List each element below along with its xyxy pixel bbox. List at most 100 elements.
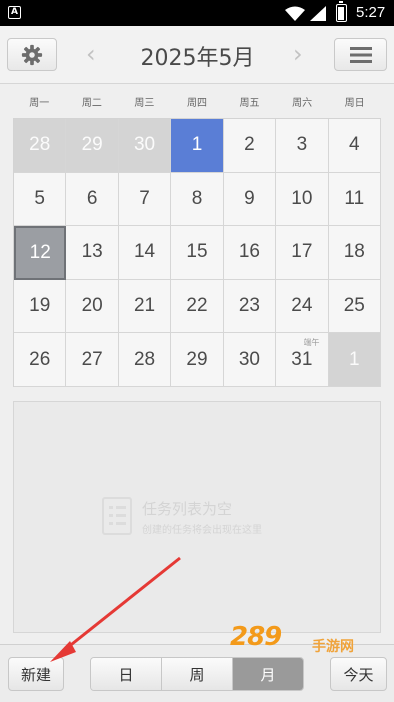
day-number: 8 xyxy=(191,187,203,209)
day-number: 16 xyxy=(238,241,260,263)
day-number: 1 xyxy=(191,134,203,156)
calendar-day[interactable]: 26 xyxy=(14,333,67,387)
today-button[interactable]: 今天 xyxy=(330,657,387,691)
day-number: 25 xyxy=(343,295,365,317)
day-number: 29 xyxy=(186,348,208,370)
day-number: 28 xyxy=(133,348,156,370)
calendar-day-today[interactable]: 1 xyxy=(171,119,224,173)
day-number: 22 xyxy=(186,295,208,317)
day-number: 13 xyxy=(81,241,103,263)
calendar-day[interactable]: 16 xyxy=(223,226,277,280)
calendar-day[interactable]: 21 xyxy=(118,279,172,334)
calendar-day[interactable]: 24 xyxy=(276,279,329,334)
battery-icon xyxy=(336,1,347,22)
settings-button[interactable] xyxy=(7,38,57,71)
calendar-day[interactable]: 25 xyxy=(328,279,381,334)
holiday-label: 端午 xyxy=(303,338,320,348)
day-number: 11 xyxy=(344,187,365,209)
view-tab[interactable]: 周 xyxy=(162,658,233,690)
status-bar: A 5:27 xyxy=(0,0,394,26)
view-tab[interactable]: 日 xyxy=(91,658,162,690)
calendar-day[interactable]: 7 xyxy=(118,172,172,227)
day-number: 14 xyxy=(133,241,156,263)
day-number: 27 xyxy=(81,348,103,370)
calendar-day[interactable]: 6 xyxy=(66,172,119,227)
day-number: 4 xyxy=(348,134,360,156)
calendar-day[interactable]: 17 xyxy=(276,226,329,280)
day-number: 3 xyxy=(296,134,308,156)
task-list-panel: 任务列表为空 创建的任务将会出现在这里 xyxy=(13,401,381,633)
calendar-day[interactable]: 23 xyxy=(223,279,277,334)
day-number: 17 xyxy=(291,241,313,263)
day-number: 7 xyxy=(139,187,150,209)
empty-tasks-title: 任务列表为空 xyxy=(142,500,233,518)
calendar-day[interactable]: 29 xyxy=(66,119,119,173)
calendar-header: ‹ 2025年5月 › xyxy=(0,26,394,84)
day-number: 24 xyxy=(291,295,313,317)
calendar-day[interactable]: 31 端午 xyxy=(276,333,329,387)
day-number: 5 xyxy=(34,187,45,209)
empty-tasks-subtitle: 创建的任务将会出现在这里 xyxy=(142,525,262,536)
day-number: 31 xyxy=(291,348,313,370)
calendar-day[interactable]: 30 xyxy=(118,119,172,173)
calendar-day[interactable]: 22 xyxy=(171,279,224,334)
calendar-day[interactable]: 3 xyxy=(276,119,329,173)
day-number: 26 xyxy=(29,348,51,370)
calendar-day[interactable]: 9 xyxy=(223,172,277,227)
calendar-day[interactable]: 28 xyxy=(14,119,67,173)
day-number: 28 xyxy=(29,134,51,156)
calendar-day[interactable]: 10 xyxy=(276,172,329,227)
day-number: 30 xyxy=(133,134,156,156)
calendar-day[interactable]: 1 xyxy=(328,333,381,387)
day-number: 2 xyxy=(244,134,255,156)
day-number: 18 xyxy=(343,241,365,263)
hamburger-menu-icon xyxy=(349,46,372,63)
weekday-label: 周三 xyxy=(134,98,155,109)
gear-icon xyxy=(21,44,43,65)
weekday-label: 周日 xyxy=(344,98,365,109)
view-tab[interactable]: 月 xyxy=(233,658,303,690)
day-number: 21 xyxy=(133,295,156,317)
day-number: 1 xyxy=(348,348,360,370)
weekday-label: 周四 xyxy=(186,98,207,109)
wifi-icon xyxy=(285,6,305,21)
view-switcher: 日周月 xyxy=(90,657,304,691)
day-number: 9 xyxy=(244,187,255,209)
status-time: 5:27 xyxy=(356,4,386,21)
weekday-label: 周二 xyxy=(81,98,102,109)
month-title: 2025年5月 xyxy=(140,46,255,71)
next-month-button[interactable]: › xyxy=(293,40,303,68)
calendar-day[interactable]: 20 xyxy=(66,279,119,334)
calendar-day[interactable]: 5 xyxy=(14,172,67,227)
menu-button[interactable] xyxy=(334,38,387,71)
calendar-day[interactable]: 28 xyxy=(118,333,172,387)
calendar-day[interactable]: 30 xyxy=(223,333,277,387)
site-watermark: 289 手游网 xyxy=(230,622,370,662)
calendar-day-selected[interactable]: 12 xyxy=(14,226,67,280)
day-number: 20 xyxy=(81,295,103,317)
day-number: 15 xyxy=(186,241,208,263)
new-task-button[interactable]: 新建 xyxy=(8,657,64,691)
day-number: 19 xyxy=(29,295,51,317)
calendar-day[interactable]: 19 xyxy=(14,279,67,334)
calendar-day[interactable]: 11 xyxy=(328,172,381,227)
calendar-day[interactable]: 13 xyxy=(66,226,119,280)
weekday-label: 周六 xyxy=(292,98,313,109)
notification-icon: A xyxy=(8,6,21,19)
calendar-day[interactable]: 18 xyxy=(328,226,381,280)
day-number: 29 xyxy=(81,134,103,156)
calendar-day[interactable]: 15 xyxy=(171,226,224,280)
calendar-day[interactable]: 29 xyxy=(171,333,224,387)
day-number: 30 xyxy=(238,348,260,370)
watermark-text: 手游网 xyxy=(312,639,354,655)
prev-month-button[interactable]: ‹ xyxy=(86,40,96,68)
calendar-day[interactable]: 4 xyxy=(328,119,381,173)
calendar-day[interactable]: 8 xyxy=(171,172,224,227)
day-number: 6 xyxy=(86,187,98,209)
weekday-label: 周五 xyxy=(239,98,260,109)
calendar-day[interactable]: 14 xyxy=(118,226,172,280)
calendar-day[interactable]: 2 xyxy=(223,119,277,173)
calendar-day[interactable]: 27 xyxy=(66,333,119,387)
weekday-label: 周一 xyxy=(29,98,50,109)
weekday-row: 周一 周二 周三 周四 周五 周六 周日 xyxy=(13,94,381,112)
